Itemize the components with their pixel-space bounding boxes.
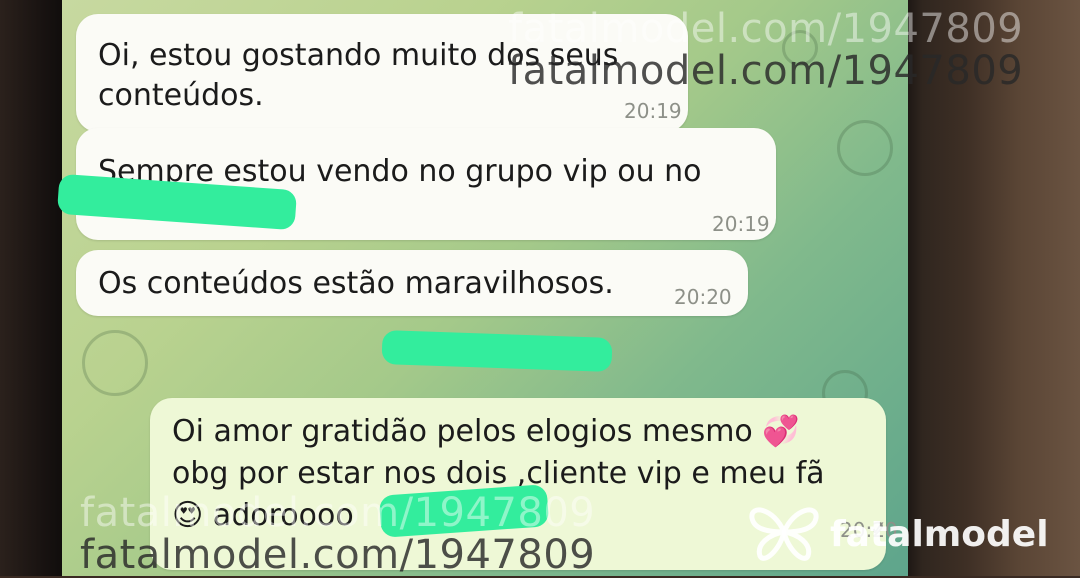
incoming-message-bubble[interactable]: Os conteúdos estão maravilhosos. 20:20	[76, 250, 748, 316]
message-text: Oi amor gratidão pelos elogios mesmo 💞	[172, 414, 800, 449]
watermark-logo: fatalmodel	[744, 500, 1074, 564]
watermark-url: fatalmodel.com/1947809	[80, 532, 596, 578]
message-timestamp: 20:19	[624, 99, 682, 123]
watermark-url: fatalmodel.com/1947809	[508, 48, 1024, 94]
watermark-url: fatalmodel.com/1947809	[80, 490, 596, 536]
phone-bezel-left	[0, 0, 70, 576]
doodle-icon	[837, 120, 893, 176]
message-text: conteúdos.	[98, 78, 264, 113]
message-text: Os conteúdos estão maravilhosos.	[98, 266, 614, 301]
message-timestamp: 20:19	[712, 212, 770, 236]
watermark-logo-text: fatalmodel	[830, 514, 1049, 555]
doodle-icon	[82, 330, 148, 396]
message-timestamp: 20:20	[674, 285, 732, 309]
watermark-url: fatalmodel.com/1947809	[508, 6, 1024, 52]
butterfly-logo-icon	[749, 507, 819, 561]
